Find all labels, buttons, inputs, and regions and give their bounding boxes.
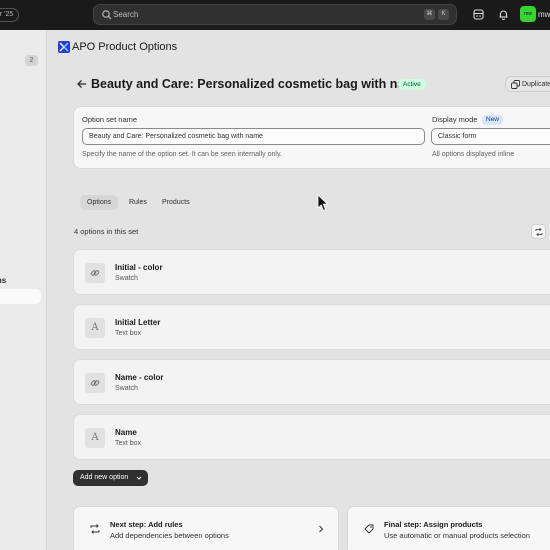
step-description: Use automatic or manual products selecti…	[384, 531, 530, 540]
text-icon: A	[91, 322, 99, 333]
search-icon	[102, 10, 112, 20]
option-type: Text box	[115, 440, 142, 447]
chevron-right-icon	[319, 525, 324, 533]
display-mode-select[interactable]: Classic form	[431, 128, 550, 145]
option-name: Name	[115, 428, 137, 437]
sidebar-count-badge: 2	[25, 55, 38, 66]
display-mode-help: All options displayed inline	[432, 151, 515, 158]
option-row[interactable]: A Initial Letter Text box	[73, 304, 550, 350]
option-name: Name - color	[115, 373, 164, 382]
option-type: Text box	[115, 330, 142, 337]
duplicate-button[interactable]: Duplicate	[505, 76, 550, 92]
option-set-name-label: Option set name	[82, 115, 138, 124]
option-type: Swatch	[115, 275, 138, 282]
sidebar-item-options-label[interactable]: ons	[0, 276, 6, 285]
option-set-name-help: Specify the name of the option set. It c…	[82, 151, 282, 158]
search-placeholder: Search	[113, 10, 139, 19]
link-icon	[90, 270, 100, 276]
shortcut-k-key: K	[438, 9, 449, 20]
final-step-products-card[interactable]: Final step: Assign products Use automati…	[347, 506, 550, 550]
option-set-name-input[interactable]: Beauty and Care: Personalized cosmetic b…	[82, 128, 425, 145]
top-bar: er '25 Search ⌘ K mw mw	[0, 0, 550, 30]
option-thumb	[85, 263, 105, 283]
option-name: Initial Letter	[115, 318, 161, 327]
sidebar-item-selected[interactable]	[0, 289, 41, 304]
options-count: 4 options in this set	[74, 227, 139, 236]
option-row[interactable]: A Name Text box	[73, 414, 550, 460]
link-icon	[90, 380, 100, 386]
tab-options[interactable]: Options	[80, 195, 119, 210]
option-thumb	[85, 373, 105, 393]
option-row[interactable]: Initial - color Swatch	[73, 249, 550, 295]
step-title: Next step: Add rules	[110, 520, 183, 529]
user-name[interactable]: mw	[538, 9, 550, 20]
store-icon[interactable]	[472, 8, 485, 21]
step-title: Final step: Assign products	[384, 520, 483, 529]
tab-products[interactable]: Products	[155, 195, 197, 210]
add-new-option-button[interactable]: Add new option	[73, 470, 148, 486]
option-type: Swatch	[115, 385, 138, 392]
text-icon: A	[91, 432, 99, 443]
option-thumb: A	[85, 428, 105, 448]
shortcut-cmd-key: ⌘	[424, 9, 435, 20]
add-new-option-label: Add new option	[80, 474, 129, 481]
display-mode-label: Display mode	[432, 115, 478, 124]
rules-icon	[90, 524, 100, 534]
option-row[interactable]: Name - color Swatch	[73, 359, 550, 405]
duplicate-icon	[511, 80, 520, 89]
chevron-down-icon	[136, 476, 142, 480]
reorder-button[interactable]	[531, 224, 546, 239]
status-badge: Active	[398, 79, 426, 90]
back-arrow-icon[interactable]	[76, 78, 88, 90]
new-badge: New	[482, 115, 504, 125]
app-logo-icon	[58, 41, 70, 53]
search-bar[interactable]: Search ⌘ K	[93, 4, 457, 25]
duplicate-label: Duplicate	[522, 81, 550, 88]
tab-rules[interactable]: Rules	[122, 195, 154, 210]
option-thumb: A	[85, 318, 105, 338]
option-name: Initial - color	[115, 263, 163, 272]
sort-icon	[535, 228, 543, 236]
page-title: Beauty and Care: Personalized cosmetic b…	[91, 77, 423, 91]
tag-icon	[364, 524, 374, 534]
avatar[interactable]: mw	[520, 6, 536, 22]
next-step-rules-card[interactable]: Next step: Add rules Add dependencies be…	[73, 506, 339, 550]
edition-badge: er '25	[0, 8, 20, 22]
app-title: APO Product Options	[72, 41, 178, 53]
mouse-cursor-icon	[317, 194, 329, 212]
bell-icon[interactable]	[497, 8, 510, 21]
step-description: Add dependencies between options	[110, 531, 229, 540]
